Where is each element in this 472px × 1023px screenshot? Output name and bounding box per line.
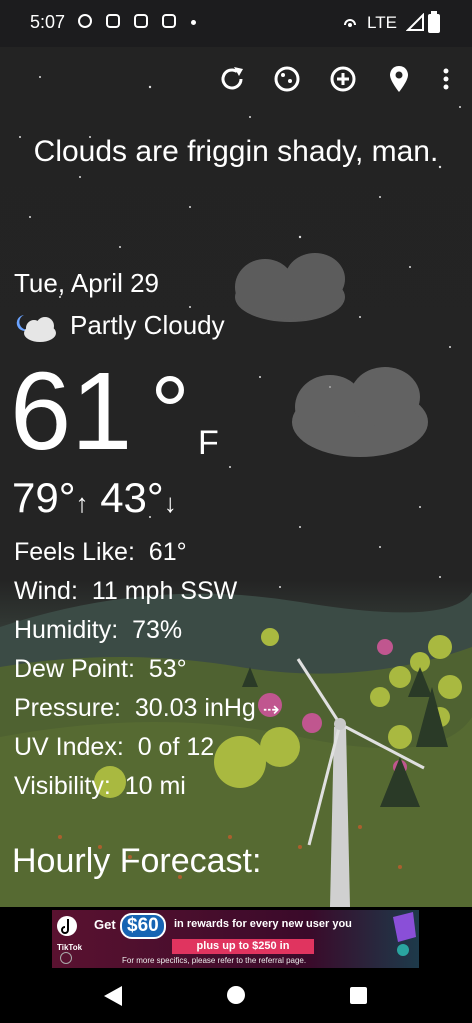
instagram-icon	[162, 14, 176, 28]
weather-quote: Clouds are friggin shady, man.	[33, 135, 439, 168]
detail-label: Dew Point:	[14, 655, 135, 683]
detail-value: 10 mi	[124, 772, 186, 800]
high-low-temperatures: 79°↑ 43°↓	[12, 474, 177, 522]
temperature-unit: F	[198, 424, 219, 462]
add-location-icon	[330, 66, 356, 92]
current-date: Tue, April 29	[14, 268, 160, 298]
recents-icon[interactable]	[350, 987, 367, 1004]
refresh-button[interactable]	[215, 62, 249, 96]
detail-visibility: Visibility: 10 mi	[14, 772, 186, 801]
ad-brand: TikTok	[57, 943, 83, 952]
detail-label: Humidity:	[14, 616, 119, 644]
tiktok-logo-icon	[57, 916, 77, 936]
system-nav-bar	[0, 968, 472, 1023]
refresh-icon	[221, 67, 243, 90]
ad-line2: plus up to $250 in	[172, 939, 314, 954]
network-type: LTE	[367, 13, 397, 32]
overflow-menu-button[interactable]	[430, 62, 462, 96]
temperature-degree-symbol: °	[150, 356, 190, 468]
detail-value: 11 mph SSW	[91, 577, 238, 605]
detail-label: Pressure:	[14, 694, 121, 722]
high-temperature: 79°	[12, 474, 76, 521]
add-location-button[interactable]	[326, 62, 360, 96]
ad-line1-pre: Get	[94, 917, 116, 932]
hourly-forecast-heading: Hourly Forecast:	[12, 842, 262, 880]
status-bar: 5:07 LTE	[0, 0, 472, 47]
detail-label: UV Index:	[14, 733, 124, 761]
detail-label: Feels Like:	[14, 538, 135, 566]
down-arrow-icon: ↓	[163, 488, 177, 518]
hotspot-icon	[344, 19, 356, 27]
detail-value: 73%	[132, 616, 183, 644]
instagram-icon	[106, 14, 120, 28]
detail-label: Visibility:	[14, 772, 111, 800]
ad-info-icon[interactable]	[60, 952, 72, 964]
ad-banner[interactable]: TikTok Get $60 in rewards for every new …	[52, 910, 419, 968]
pressure-trend-icon: ⇢	[262, 699, 280, 721]
detail-value: 30.03 inHg	[134, 694, 256, 722]
notification-dot-icon	[191, 20, 196, 25]
detail-feels-like: Feels Like: 61°	[14, 538, 187, 567]
ad-amount: $60	[120, 913, 166, 939]
detail-value: 53°	[148, 655, 187, 683]
condition-label: Partly Cloudy	[70, 310, 225, 340]
detail-humidity: Humidity: 73%	[14, 616, 182, 645]
detail-label: Wind:	[14, 577, 78, 605]
ad-line1-post: in rewards for every new user you	[174, 918, 352, 930]
signal-icon	[406, 13, 424, 31]
status-time: 5:07	[30, 12, 66, 32]
ad-footnote: For more specifics, please refer to the …	[122, 956, 307, 965]
up-arrow-icon: ↑	[75, 488, 89, 518]
partly-cloudy-night-icon	[16, 315, 56, 342]
alarm-icon	[78, 14, 92, 28]
detail-dew-point: Dew Point: 53°	[14, 655, 187, 684]
detail-uv-index: UV Index: 0 of 12	[14, 733, 214, 762]
moon-phase-icon	[274, 66, 300, 92]
detail-value: 0 of 12	[137, 733, 215, 761]
more-vert-icon	[443, 68, 449, 90]
location-pin-icon	[390, 66, 408, 92]
battery-icon	[428, 11, 440, 33]
instagram-icon	[134, 14, 148, 28]
home-icon[interactable]	[226, 985, 246, 1005]
current-temperature: 61	[10, 350, 133, 473]
low-temperature: 43°	[100, 474, 164, 521]
location-button[interactable]	[382, 62, 416, 96]
ad-graphic-icon	[393, 912, 416, 956]
moon-phase-button[interactable]	[270, 62, 304, 96]
back-icon[interactable]	[104, 986, 122, 1006]
detail-value: 61°	[148, 538, 187, 566]
detail-pressure: Pressure: 30.03 inHg ⇢	[14, 694, 280, 723]
detail-wind: Wind: 11 mph SSW	[14, 577, 237, 606]
